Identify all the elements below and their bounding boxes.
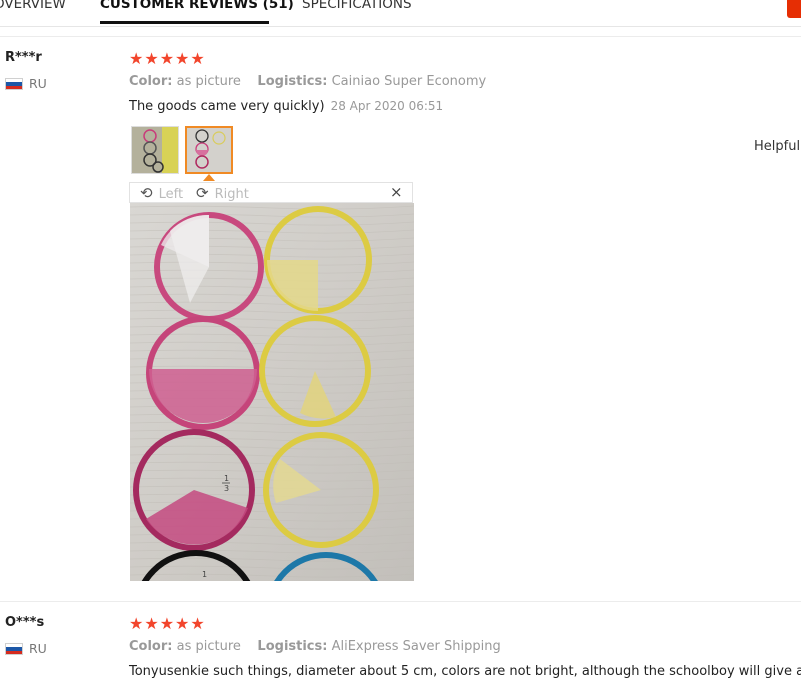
tab-bar: OVERVIEW CUSTOMER REVIEWS (51) SPECIFICA… (0, 0, 801, 27)
rotate-right-icon: ⟳ (196, 184, 209, 202)
review-text-line: The goods came very quickly) 28 Apr 2020 … (129, 99, 443, 114)
helpful-button[interactable]: Helpful? (754, 139, 801, 154)
rotate-right-button[interactable]: ⟳ Right (196, 184, 249, 202)
rotate-left-icon: ⟲ (140, 184, 153, 202)
logistics-label: Logistics: (257, 639, 328, 654)
color-label: Color: (129, 74, 173, 89)
reviewer-country: RU (29, 641, 47, 656)
tab-overview[interactable]: OVERVIEW (0, 0, 66, 12)
selected-thumbnail-pointer (203, 174, 215, 181)
reviewer-country: RU (29, 76, 47, 91)
logistics-label: Logistics: (257, 74, 328, 89)
review-meta: Color: as picture Logistics: Cainiao Sup… (129, 74, 486, 89)
tab-specifications[interactable]: SPECIFICATIONS (302, 0, 412, 12)
svg-text:1: 1 (202, 570, 207, 579)
svg-text:1: 1 (224, 474, 229, 483)
rotate-left-button[interactable]: ⟲ Left (140, 184, 183, 202)
close-icon[interactable]: × (390, 183, 403, 201)
review-date: 28 Apr 2020 06:51 (330, 99, 444, 113)
logistics-value: AliExpress Saver Shipping (331, 639, 501, 654)
image-viewer-toolbar: ⟲ Left ⟳ Right × (129, 182, 413, 203)
review-text: The goods came very quickly) (129, 99, 325, 114)
review-meta: Color: as picture Logistics: AliExpress … (129, 639, 501, 654)
reviewer-name: O***s (5, 615, 45, 630)
review-photo-thumbnail[interactable] (131, 126, 179, 174)
tab-customer-reviews[interactable]: CUSTOMER REVIEWS (51) (100, 0, 294, 12)
color-label: Color: (129, 639, 173, 654)
thumbnail-image (187, 128, 231, 172)
svg-text:3: 3 (224, 484, 229, 493)
russia-flag-icon (5, 643, 23, 655)
logistics-value: Cainiao Super Economy (331, 74, 487, 89)
thumbnail-image (132, 127, 178, 173)
accent-button[interactable] (787, 0, 801, 18)
enlarged-review-photo: 1 3 1 (130, 203, 414, 581)
reviewer-name: R***r (5, 50, 42, 65)
divider (0, 36, 801, 37)
color-value: as picture (176, 74, 241, 89)
star-rating: ★★★★★ (129, 49, 206, 68)
review-photo-thumbnail-selected[interactable] (185, 126, 233, 174)
russia-flag-icon (5, 78, 23, 90)
star-rating: ★★★★★ (129, 614, 206, 633)
review-text: Tonyusenkie such things, diameter about … (129, 664, 801, 679)
review-photo-image: 1 3 1 (130, 203, 414, 581)
divider (0, 601, 801, 602)
active-tab-indicator (100, 21, 269, 24)
color-value: as picture (176, 639, 241, 654)
